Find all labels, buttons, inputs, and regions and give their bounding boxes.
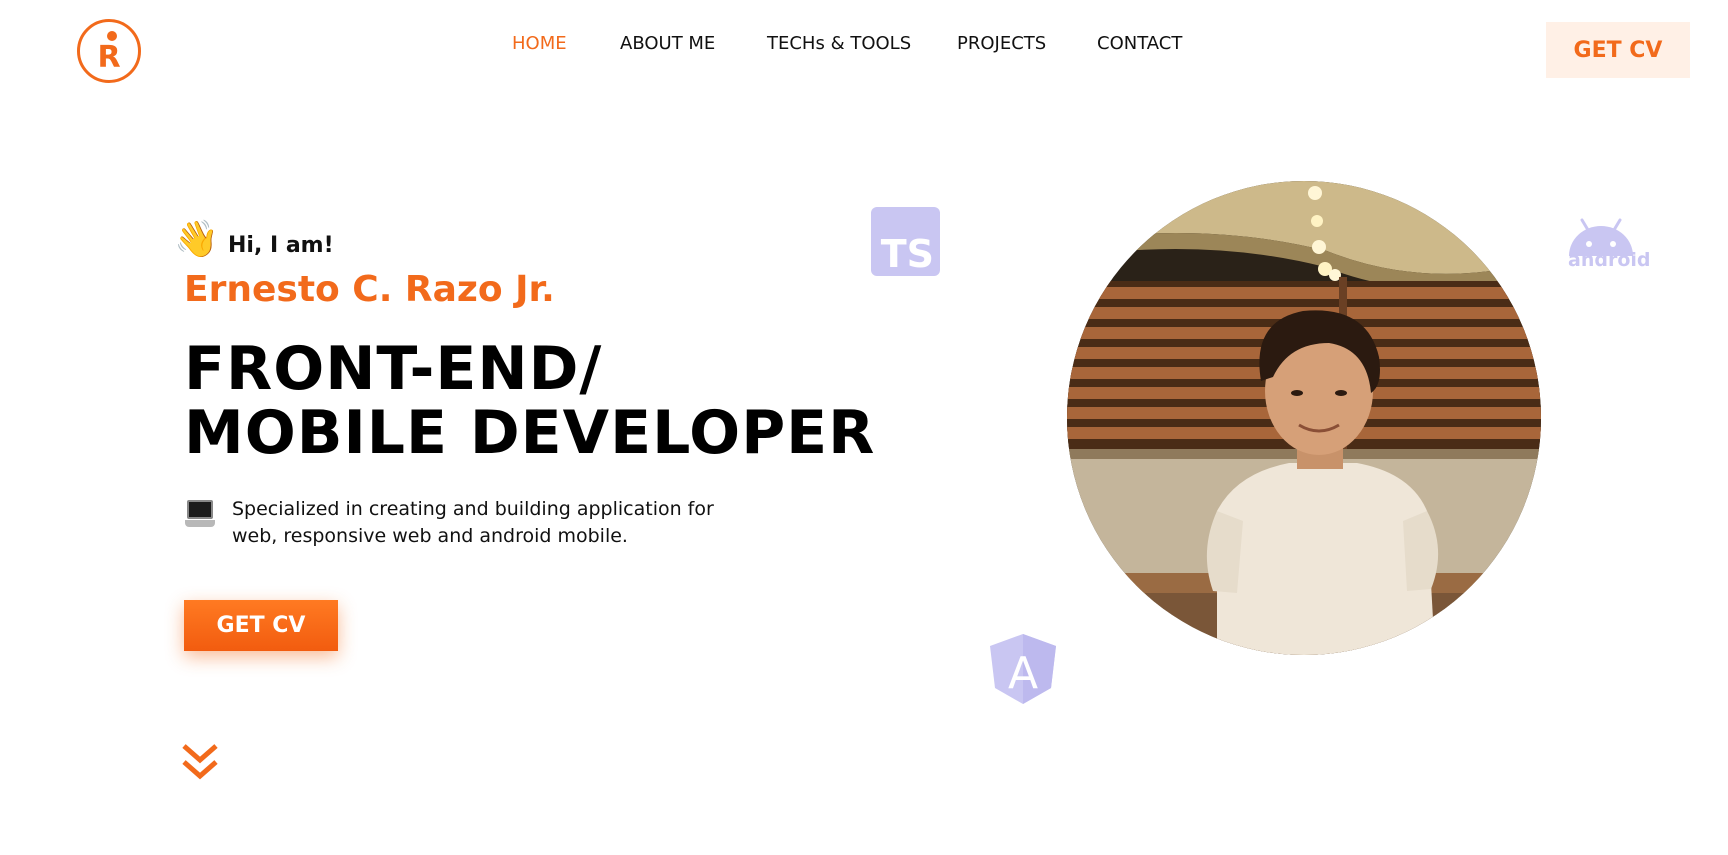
main-nav: HOME ABOUT ME TECHs & TOOLS PROJECTS CON… — [0, 32, 1728, 56]
nav-item-about-me[interactable]: ABOUT ME — [620, 32, 715, 56]
nav-item-techs-tools[interactable]: TECHs & TOOLS — [767, 32, 911, 56]
typescript-logo-icon: TS — [871, 207, 940, 276]
hero-description: Specialized in creating and building app… — [232, 496, 752, 550]
angular-logo-text: A — [1008, 648, 1038, 699]
hero-get-cv-button[interactable]: GET CV — [184, 600, 338, 651]
typescript-logo-text: TS — [880, 232, 934, 276]
developer-name: Ernesto C. Razo Jr. — [184, 269, 555, 310]
chevrons-down-icon[interactable] — [180, 740, 220, 782]
nav-item-projects[interactable]: PROJECTS — [957, 32, 1046, 56]
android-logo-text: android — [1568, 249, 1651, 271]
description-line-2: web, responsive web and android mobile. — [232, 525, 628, 547]
wave-emoji-icon: 👋 — [174, 219, 219, 260]
greeting-text: Hi, I am! — [228, 233, 334, 258]
profile-photo — [1067, 181, 1541, 655]
description-line-1: Specialized in creating and building app… — [232, 498, 714, 520]
angular-logo-icon: A — [990, 634, 1056, 704]
nav-item-home[interactable]: HOME — [512, 32, 567, 56]
header-get-cv-button[interactable]: GET CV — [1546, 22, 1690, 78]
laptop-icon — [185, 500, 215, 530]
nav-item-contact[interactable]: CONTACT — [1097, 32, 1182, 56]
headline-line-2: MOBILE DEVELOPER — [184, 398, 876, 468]
headline-line-1: FRONT-END/ — [184, 334, 603, 404]
hero-headline: FRONT-END/ MOBILE DEVELOPER — [184, 337, 875, 465]
